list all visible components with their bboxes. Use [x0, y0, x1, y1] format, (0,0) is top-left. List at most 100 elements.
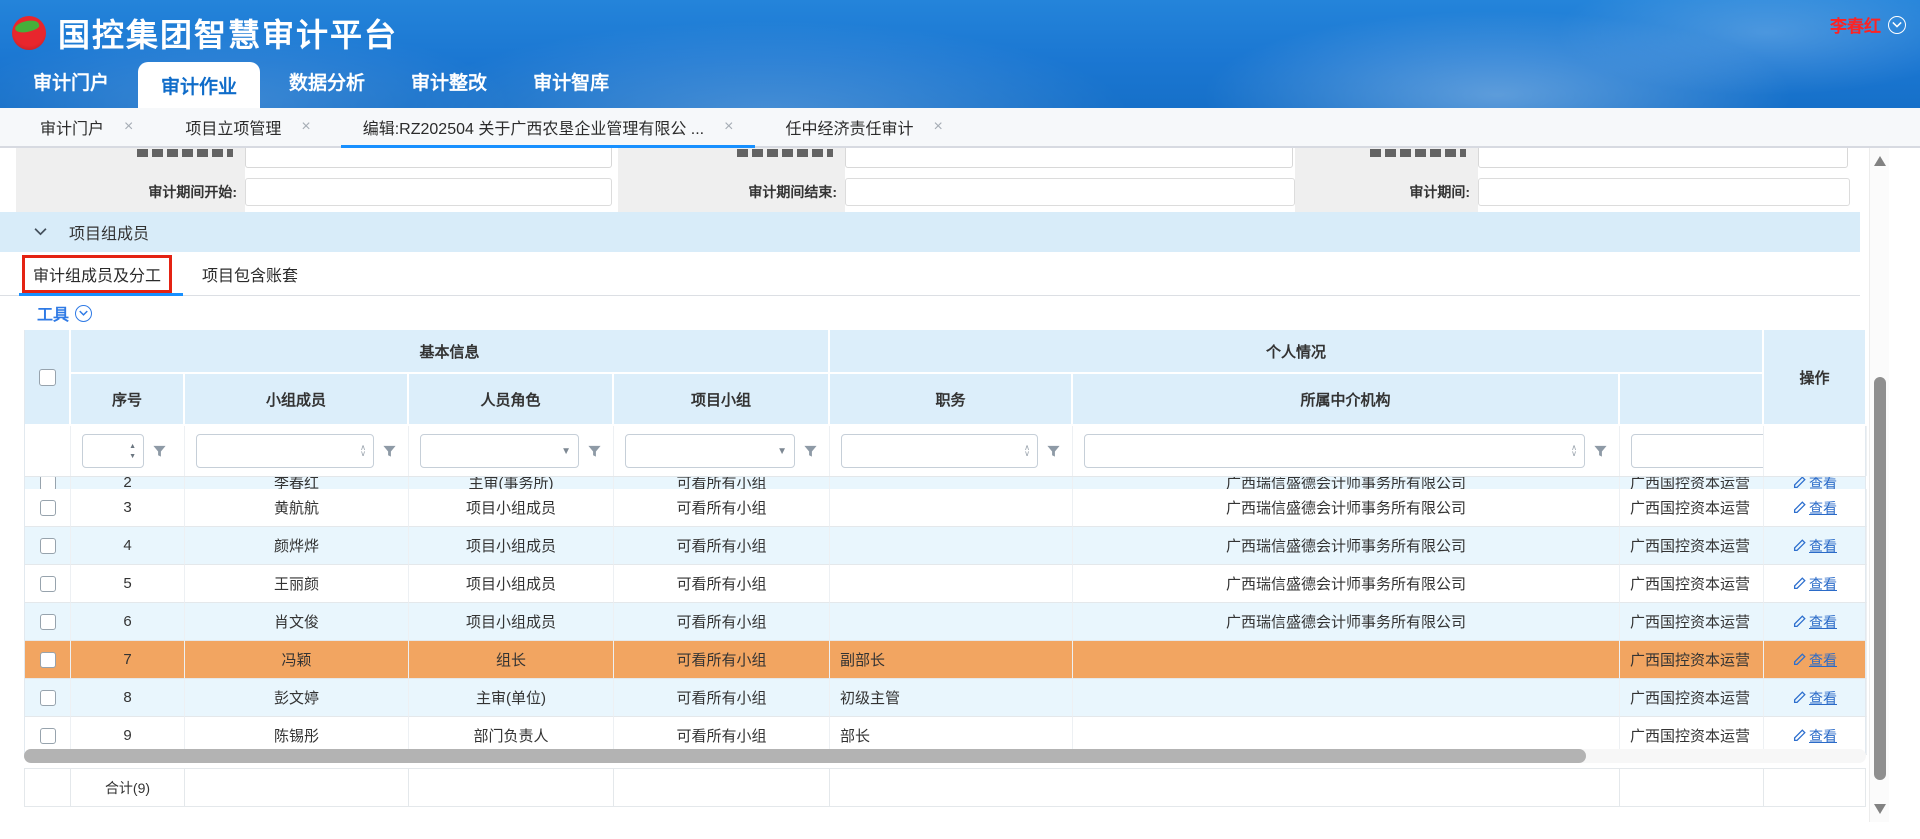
filter-icon[interactable] [1046, 444, 1061, 459]
cell-group: 可看所有小组 [614, 603, 830, 641]
view-link[interactable]: 查看 [1809, 726, 1837, 746]
table-row[interactable]: 2 李春红 主审(事务所) 可看所有小组 广西瑞信盛德会计师事务所有限公司 广西… [25, 477, 1865, 489]
scroll-down-icon[interactable] [1874, 804, 1886, 814]
row-checkbox-cell [25, 565, 71, 603]
audit-period-input[interactable] [1478, 178, 1850, 206]
form-row-audit-period: 审计期间开始: 审计期间结束: 审计期间: [0, 172, 1860, 212]
user-name[interactable]: 李春红 [1830, 12, 1881, 37]
select-all-checkbox[interactable] [39, 369, 56, 386]
row-checkbox[interactable] [40, 652, 56, 668]
filter-cell-role: ▼ [409, 426, 614, 476]
doc-tab-label: 任中经济责任审计 [785, 115, 913, 139]
row-checkbox[interactable] [40, 614, 56, 630]
filter-cell-group: ▼ [614, 426, 830, 476]
nav-item-audit-work[interactable]: 审计作业 [138, 62, 260, 108]
edit-pencil-icon[interactable] [1793, 577, 1806, 590]
view-link[interactable]: 查看 [1809, 477, 1837, 489]
row-checkbox[interactable] [40, 690, 56, 706]
row-checkbox[interactable] [40, 500, 56, 516]
cell-action: 查看 [1764, 565, 1867, 603]
doc-tab-project-setup[interactable]: 项目立项管理 × [159, 108, 336, 146]
footer-total: 合计(9) [71, 769, 185, 806]
member-filter-combo[interactable]: ∧∨ [196, 434, 374, 468]
table-row[interactable]: 3 黄航航 项目小组成员 可看所有小组 广西瑞信盛德会计师事务所有限公司 广西国… [25, 489, 1865, 527]
tools-chevron-down-icon[interactable] [75, 305, 92, 322]
filter-icon[interactable] [587, 444, 602, 459]
cell-seq: 2 [71, 477, 185, 489]
nav-item-audit-portal[interactable]: 审计门户 [10, 54, 132, 108]
horizontal-scrollbar[interactable] [24, 749, 1866, 763]
edit-pencil-icon[interactable] [1793, 729, 1806, 742]
user-menu[interactable]: 李春红 [1830, 12, 1906, 37]
view-link[interactable]: 查看 [1809, 536, 1837, 556]
row-checkbox[interactable] [40, 538, 56, 554]
scroll-up-icon[interactable] [1874, 156, 1886, 166]
edit-pencil-icon[interactable] [1793, 539, 1806, 552]
form-input-clipped[interactable] [845, 148, 1293, 168]
role-filter-select[interactable]: ▼ [420, 434, 579, 468]
edit-pencil-icon[interactable] [1793, 501, 1806, 514]
row-checkbox[interactable] [40, 477, 56, 489]
doc-tab-edit-rz202504[interactable]: 编辑:RZ202504 关于广西农垦企业管理有限公 ... × [337, 108, 760, 146]
edit-pencil-icon[interactable] [1793, 477, 1806, 489]
form-input-clipped[interactable] [245, 148, 612, 168]
cell-group: 可看所有小组 [614, 477, 830, 489]
filter-cell-action [1764, 426, 1867, 476]
cell-action: 查看 [1764, 477, 1865, 489]
form-input-clipped[interactable] [1478, 148, 1848, 168]
cell-dept: 广西国控资本运营 [1620, 603, 1764, 641]
subtab-members-division[interactable]: 审计组成员及分工 [24, 252, 170, 296]
dept-filter-input[interactable] [1631, 434, 1764, 468]
group-header-personal-info: 个人情况 [830, 330, 1764, 374]
vertical-scrollbar[interactable] [1869, 148, 1889, 822]
filter-icon[interactable] [1593, 444, 1608, 459]
row-checkbox[interactable] [40, 576, 56, 592]
view-link[interactable]: 查看 [1809, 650, 1837, 670]
duty-filter-combo[interactable]: ∧∨ [841, 434, 1038, 468]
row-checkbox[interactable] [40, 728, 56, 744]
table-row[interactable]: 4 颜烨烨 项目小组成员 可看所有小组 广西瑞信盛德会计师事务所有限公司 广西国… [25, 527, 1865, 565]
doc-tab-economic-audit[interactable]: 任中经济责任审计 × [759, 108, 968, 146]
cell-dept: 广西国控资本运营 [1620, 679, 1764, 717]
table-row[interactable]: 8 彭文婷 主审(单位) 可看所有小组 初级主管 广西国控资本运营 查看 [25, 679, 1865, 717]
view-link[interactable]: 查看 [1809, 688, 1837, 708]
filter-icon[interactable] [803, 444, 818, 459]
user-chevron-down-icon[interactable] [1888, 16, 1906, 34]
nav-item-audit-library[interactable]: 审计智库 [510, 54, 632, 108]
cell-seq: 5 [71, 565, 185, 603]
view-link[interactable]: 查看 [1809, 574, 1837, 594]
close-icon[interactable]: × [301, 118, 310, 136]
doc-tab-audit-portal[interactable]: 审计门户 × [14, 108, 159, 146]
cell-duty [830, 527, 1073, 565]
edit-pencil-icon[interactable] [1793, 653, 1806, 666]
column-header-agency: 所属中介机构 [1073, 374, 1620, 426]
audit-period-end-input[interactable] [845, 178, 1295, 206]
seq-filter-spinner[interactable]: ▲▼ [82, 434, 144, 468]
view-link[interactable]: 查看 [1809, 612, 1837, 632]
close-icon[interactable]: × [724, 118, 733, 136]
horizontal-scrollbar-thumb[interactable] [24, 749, 1586, 763]
nav-item-data-analysis[interactable]: 数据分析 [266, 54, 388, 108]
table-row[interactable]: 7 冯颖 组长 可看所有小组 副部长 广西国控资本运营 查看 [25, 641, 1865, 679]
tools-button[interactable]: 工具 [37, 301, 69, 325]
table-row[interactable]: 5 王丽颜 项目小组成员 可看所有小组 广西瑞信盛德会计师事务所有限公司 广西国… [25, 565, 1865, 603]
close-icon[interactable]: × [124, 118, 133, 136]
section-project-members[interactable]: 项目组成员 [0, 212, 1860, 252]
edit-pencil-icon[interactable] [1793, 691, 1806, 704]
audit-period-start-input[interactable] [245, 178, 612, 206]
agency-filter-combo[interactable]: ∧∨ [1084, 434, 1585, 468]
nav-item-audit-rectify[interactable]: 审计整改 [388, 54, 510, 108]
filter-icon[interactable] [152, 444, 167, 459]
cell-member: 肖文俊 [185, 603, 409, 641]
row-checkbox-cell [25, 477, 71, 489]
close-icon[interactable]: × [933, 118, 942, 136]
edit-pencil-icon[interactable] [1793, 615, 1806, 628]
chevron-down-icon[interactable] [34, 223, 47, 241]
vertical-scrollbar-thumb[interactable] [1874, 377, 1886, 780]
cell-agency: 广西瑞信盛德会计师事务所有限公司 [1073, 527, 1620, 565]
view-link[interactable]: 查看 [1809, 498, 1837, 518]
filter-icon[interactable] [382, 444, 397, 459]
subtab-project-ledgers[interactable]: 项目包含账套 [200, 252, 300, 296]
group-filter-select[interactable]: ▼ [625, 434, 795, 468]
table-row[interactable]: 6 肖文俊 项目小组成员 可看所有小组 广西瑞信盛德会计师事务所有限公司 广西国… [25, 603, 1865, 641]
